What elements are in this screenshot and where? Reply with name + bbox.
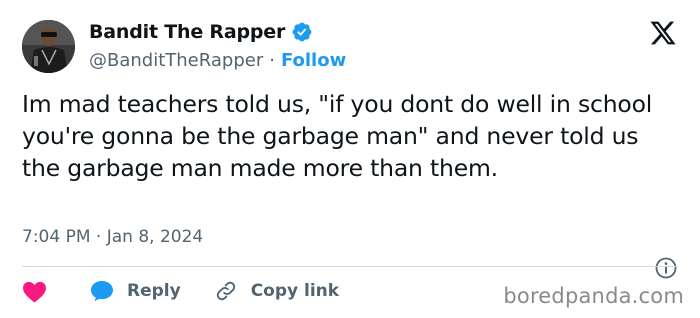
verified-badge-icon bbox=[291, 21, 313, 43]
follow-button[interactable]: Follow bbox=[281, 50, 346, 71]
author-handle-row: @BanditTheRapper · Follow bbox=[89, 47, 346, 73]
x-logo-icon[interactable] bbox=[649, 19, 677, 47]
avatar[interactable] bbox=[22, 20, 75, 73]
reply-button[interactable]: Reply bbox=[89, 279, 181, 303]
heart-icon bbox=[23, 281, 46, 303]
reply-bubble-icon bbox=[91, 281, 113, 301]
separator-dot: · bbox=[269, 49, 275, 71]
like-button[interactable] bbox=[22, 279, 49, 304]
info-icon[interactable] bbox=[654, 256, 678, 280]
copy-link-button[interactable]: Copy link bbox=[215, 280, 339, 302]
reply-label: Reply bbox=[127, 281, 181, 301]
action-bar: Reply Copy link bbox=[22, 276, 339, 306]
author-handle[interactable]: @BanditTheRapper bbox=[89, 50, 263, 71]
link-icon bbox=[216, 281, 235, 301]
divider bbox=[22, 266, 678, 267]
copy-link-label: Copy link bbox=[250, 281, 340, 301]
tweet-text: Im mad teachers told us, "if you dont do… bbox=[22, 90, 653, 182]
watermark: boredpanda.com bbox=[503, 284, 684, 308]
author-name-row: Bandit The Rapper bbox=[89, 19, 313, 45]
tweet-timestamp[interactable]: 7:04 PM · Jan 8, 2024 bbox=[22, 227, 203, 247]
author-display-name[interactable]: Bandit The Rapper bbox=[89, 21, 285, 43]
